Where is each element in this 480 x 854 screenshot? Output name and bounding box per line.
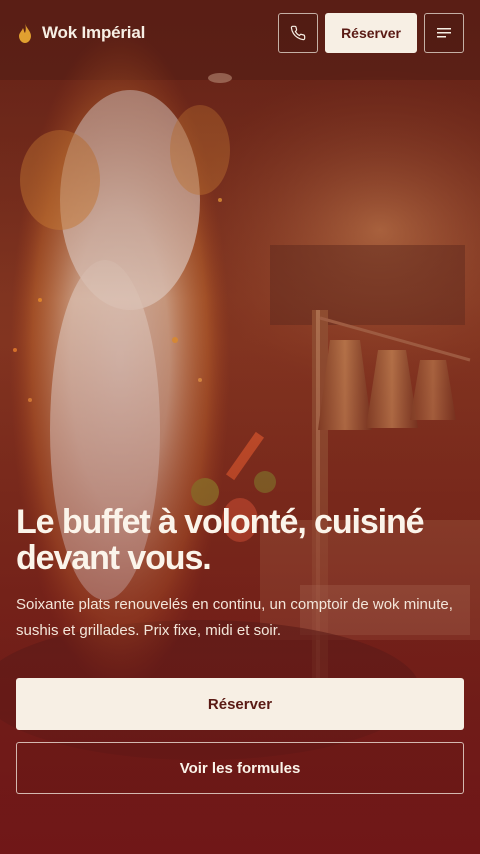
phone-button[interactable] (278, 13, 319, 53)
hero-lead: Soixante plats renouvelés en continu, un… (16, 596, 453, 639)
hero-headline: Le buffet à volonté, cuisiné devant vous… (16, 503, 425, 577)
reserve-button[interactable]: Réserver (16, 678, 464, 730)
hero-content: Le buffet à volonté, cuisiné devant vous… (16, 504, 464, 794)
menu-icon (437, 28, 451, 38)
site-header: Wok Impérial Réserver (0, 0, 480, 66)
view-formulas-button[interactable]: Voir les formules (16, 742, 464, 794)
phone-icon (290, 25, 306, 41)
brand-name: Wok Impérial (42, 23, 146, 42)
menu-button[interactable] (424, 13, 464, 53)
flame-icon (19, 23, 31, 43)
header-actions: Réserver (278, 13, 464, 53)
reserve-button-header[interactable]: Réserver (325, 13, 417, 53)
brand-logo[interactable]: Wok Impérial (16, 22, 145, 44)
